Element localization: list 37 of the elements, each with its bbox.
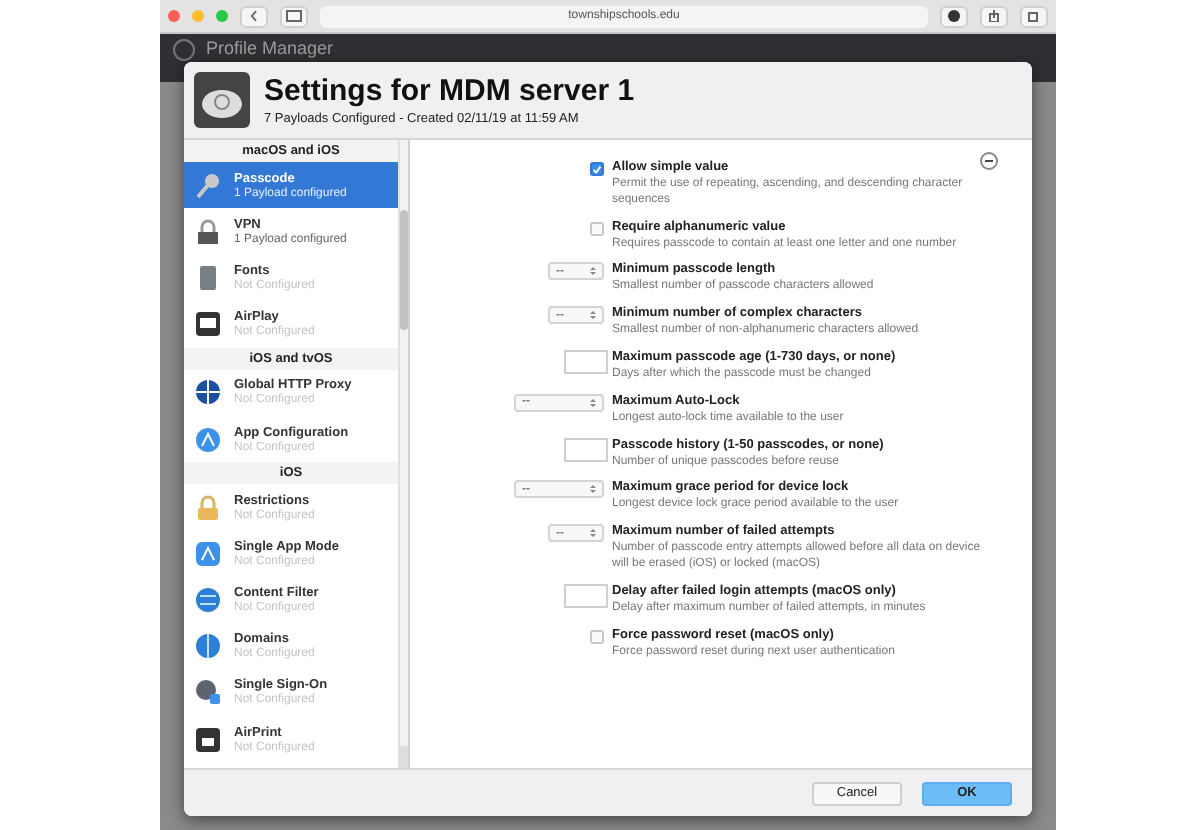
app-store-icon <box>194 539 222 568</box>
back-button[interactable] <box>240 5 268 27</box>
checkbox[interactable] <box>590 221 604 236</box>
checkbox[interactable] <box>590 162 604 176</box>
padlock-icon <box>194 493 222 522</box>
sidebar-button[interactable] <box>280 5 308 27</box>
close-dot[interactable] <box>168 10 180 22</box>
checkbox[interactable] <box>590 629 604 644</box>
stepper-arrows-icon <box>590 528 596 539</box>
screen-icon <box>194 310 222 339</box>
book-icon <box>194 263 222 292</box>
minimize-dot[interactable] <box>192 10 204 22</box>
zoom-dot[interactable] <box>216 10 228 22</box>
download-button[interactable] <box>940 5 968 27</box>
app-store-icon <box>194 425 222 454</box>
remove-icon[interactable] <box>980 152 998 170</box>
share-button[interactable] <box>980 5 1008 27</box>
share-icon <box>988 10 1000 22</box>
input-field[interactable] <box>564 437 608 462</box>
tabs-button[interactable] <box>1020 5 1048 27</box>
stepper-arrows-icon <box>590 484 596 495</box>
key-icon <box>194 171 222 200</box>
stepper-arrows-icon <box>590 266 596 277</box>
chevron-left-icon <box>250 10 258 22</box>
dialog-title: Settings for MDM server 1 <box>264 74 635 108</box>
input-field[interactable] <box>564 583 608 608</box>
input-field[interactable] <box>564 349 608 374</box>
stepper-arrows-icon <box>590 310 596 321</box>
printer-icon <box>194 725 222 754</box>
sidebar-icon <box>286 10 302 22</box>
scrollbar[interactable] <box>398 140 408 768</box>
download-icon <box>948 10 960 22</box>
stepper-arrows-icon <box>590 397 596 408</box>
lock-icon <box>194 217 222 246</box>
app-logo-icon <box>172 38 196 62</box>
tabs-icon <box>1028 10 1040 22</box>
app-title: Profile Manager <box>206 38 334 58</box>
